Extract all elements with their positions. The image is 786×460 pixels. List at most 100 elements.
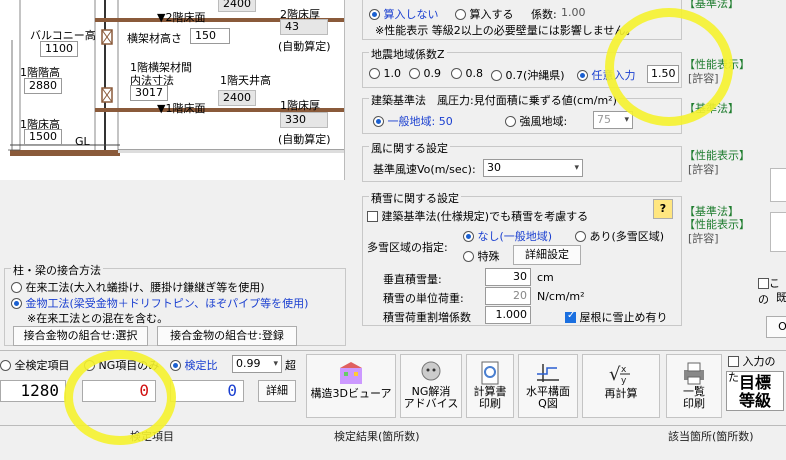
radio-z-3[interactable] xyxy=(451,68,462,79)
horizontal-plane-button[interactable]: 水平構面 Q図 xyxy=(518,354,578,418)
snow-group: 積雪に関する設定 建築基準法(仕様規定)でも積雪を考慮する ? 多雪区域の指定:… xyxy=(362,190,682,326)
wind-normal-label: 一般地域: 50 xyxy=(387,115,453,128)
wind-area-group: 建築基準法 風圧力:見付面積に乗ずる値(cm/m²) 一般地域: 50 強風地域… xyxy=(362,92,682,134)
radio-snow-none[interactable] xyxy=(463,231,474,242)
roof-stop-label: 屋根に雪止め有り xyxy=(579,311,668,324)
joint-option-metal-label: 金物工法(梁受金物＋ドリフトピン、ほぞパイプ等を使用) xyxy=(25,297,309,310)
z-option-5[interactable]: 任意入力 xyxy=(577,67,636,83)
joint-register-button[interactable]: 接合金物の組合せ:登録 xyxy=(157,326,297,346)
radio-z-5[interactable] xyxy=(577,70,588,81)
radio-filter-all[interactable] xyxy=(0,360,11,371)
input-option[interactable]: 入力のた xyxy=(728,353,786,385)
floor1-ceiling-label: 1階天井高 xyxy=(220,74,271,87)
ng-advice-button[interactable]: NG解消 アドバイス xyxy=(400,354,462,418)
radio-z-2[interactable] xyxy=(409,68,420,79)
radio-calc-off[interactable] xyxy=(369,9,380,20)
joint-option-conventional[interactable]: 在来工法(大入れ蟻掛け、腰掛け鎌継ぎ等を使用) xyxy=(11,279,265,295)
snow-none-option[interactable]: なし(一般地域) xyxy=(463,228,552,244)
auto-calc-label-2: (自動算定) xyxy=(278,133,331,146)
snow-yes-option[interactable]: あり(多雪区域) xyxy=(575,228,664,244)
unit-load-input[interactable]: 20 xyxy=(485,287,531,305)
printer-icon xyxy=(684,362,704,385)
z-option-3-label: 0.8 xyxy=(465,67,484,80)
joint-method-group: 柱・梁の接合方法 在来工法(大入れ蟻掛け、腰掛け鎌継ぎ等を使用) 金物工法(梁受… xyxy=(4,262,346,346)
joint-option-metal[interactable]: 金物工法(梁受金物＋ドリフトピン、ほぞパイプ等を使用) xyxy=(11,295,308,311)
list-print-button[interactable]: 一覧 印刷 xyxy=(666,354,722,418)
ratio-select[interactable]: 0.99 ▾ xyxy=(232,355,282,373)
detail-button[interactable]: 詳細 xyxy=(258,380,296,402)
z-option-3[interactable]: 0.8 xyxy=(451,67,483,80)
right-edge-box-2[interactable] xyxy=(770,212,786,252)
wind-strong-option[interactable]: 強風地域: xyxy=(505,113,567,129)
filter-ng-option[interactable]: NG項目のみ xyxy=(84,357,159,373)
vertical-snow-unit: cm xyxy=(537,271,554,284)
structure-3d-viewer-button[interactable]: 構造3Dビューア xyxy=(306,354,396,418)
plane-diagram-icon xyxy=(537,364,559,382)
z-option-1-label: 1.0 xyxy=(383,67,402,80)
floor1-height-value[interactable]: 2880 xyxy=(24,78,62,94)
permit-label-3: [許容] xyxy=(688,232,719,245)
right-edge-checkbox[interactable] xyxy=(758,278,769,289)
balcony-height-value[interactable]: 1100 xyxy=(40,41,78,57)
vertical-snow-input[interactable]: 30 xyxy=(485,268,531,286)
filter-ratio-option[interactable]: 検定比 xyxy=(170,357,218,373)
chevron-down-icon: ▾ xyxy=(574,163,579,173)
right-edge-box-1 xyxy=(770,168,786,202)
z-option-5-label: 任意入力 xyxy=(591,69,636,82)
roof-stop-option[interactable]: 屋根に雪止め有り xyxy=(565,309,668,325)
top-base-law-label: 【基準法】 xyxy=(684,0,739,11)
wind-normal-option[interactable]: 一般地域: 50 xyxy=(373,113,453,129)
snow-consider-label: 建築基準法(仕様規定)でも積雪を考慮する xyxy=(381,210,589,223)
calc-on-option[interactable]: 算入する xyxy=(455,6,514,22)
filter-all-option[interactable]: 全検定項目 xyxy=(0,357,70,373)
over-label: 超 xyxy=(285,359,296,372)
wind-speed-select[interactable]: 30 ▾ xyxy=(483,159,583,177)
help-button[interactable]: ? xyxy=(653,199,673,219)
radio-wind-strong[interactable] xyxy=(505,116,516,127)
radio-calc-on[interactable] xyxy=(455,9,466,20)
wind-area-title: 建築基準法 風圧力:見付面積に乗ずる値(cm/m²) xyxy=(369,92,619,108)
snow-detail-button[interactable]: 詳細設定 xyxy=(513,245,581,265)
input-checkbox[interactable] xyxy=(728,356,739,367)
snow-consider-checkbox[interactable] xyxy=(367,211,378,222)
reduction-input[interactable]: 1.000 xyxy=(485,306,531,324)
snow-special-option[interactable]: 特殊 xyxy=(463,248,500,264)
radio-z-1[interactable] xyxy=(369,68,380,79)
radio-filter-ratio[interactable] xyxy=(170,360,181,371)
wind-strong-value: 75 xyxy=(597,113,611,126)
radio-snow-yes[interactable] xyxy=(575,231,586,242)
recalc-button[interactable]: √ x y 再計算 xyxy=(582,354,660,418)
horizontal-plane-label-2: Q図 xyxy=(538,397,558,410)
col-check-result: 検定結果(箇所数) xyxy=(334,430,420,443)
floor1-thickness-value: 330 xyxy=(280,112,328,128)
calc-print-button[interactable]: 計算書 印刷 xyxy=(466,354,514,418)
z-option-4[interactable]: 0.7(沖縄県) xyxy=(491,67,565,83)
radio-conventional[interactable] xyxy=(11,282,22,293)
radio-snow-special[interactable] xyxy=(463,251,474,262)
snow-consider-option[interactable]: 建築基準法(仕様規定)でも積雪を考慮する xyxy=(367,208,588,224)
floor1-floor-height-value[interactable]: 1500 xyxy=(24,129,62,145)
snow-title: 積雪に関する設定 xyxy=(369,190,461,206)
svg-text:y: y xyxy=(621,376,627,386)
beam-height-value[interactable]: 150 xyxy=(190,28,230,44)
calc-off-option[interactable]: 算入しない xyxy=(369,6,439,22)
report-icon xyxy=(481,361,499,385)
radio-wind-normal[interactable] xyxy=(373,116,384,127)
roof-stop-checkbox[interactable] xyxy=(565,310,576,323)
target-grade-label-2: 等級 xyxy=(738,391,771,410)
wind-strong-select[interactable]: 75 ▾ xyxy=(593,111,633,129)
z-value-input[interactable]: 1.50 xyxy=(647,65,679,83)
ok-button[interactable]: OK xyxy=(766,316,786,338)
radio-filter-ng[interactable] xyxy=(84,360,95,371)
joint-note: ※在来工法との混在を含む。 xyxy=(27,312,169,325)
calc-group: 算入しない 算入する 係数: 1.00 ※性能表示 等級2以上の必要壁量には影響… xyxy=(362,0,682,40)
wind-speed-value: 30 xyxy=(487,161,501,174)
joint-select-button[interactable]: 接合金物の組合せ:選択 xyxy=(13,326,148,346)
floor1-floor-level: ▼1階床面 xyxy=(157,102,206,115)
z-option-1[interactable]: 1.0 xyxy=(369,67,401,80)
col-location: 該当箇所(箇所数) xyxy=(668,430,754,443)
radio-z-4[interactable] xyxy=(491,70,502,81)
radio-metal[interactable] xyxy=(11,298,22,309)
building-3d-icon xyxy=(340,362,362,384)
z-option-2[interactable]: 0.9 xyxy=(409,67,441,80)
